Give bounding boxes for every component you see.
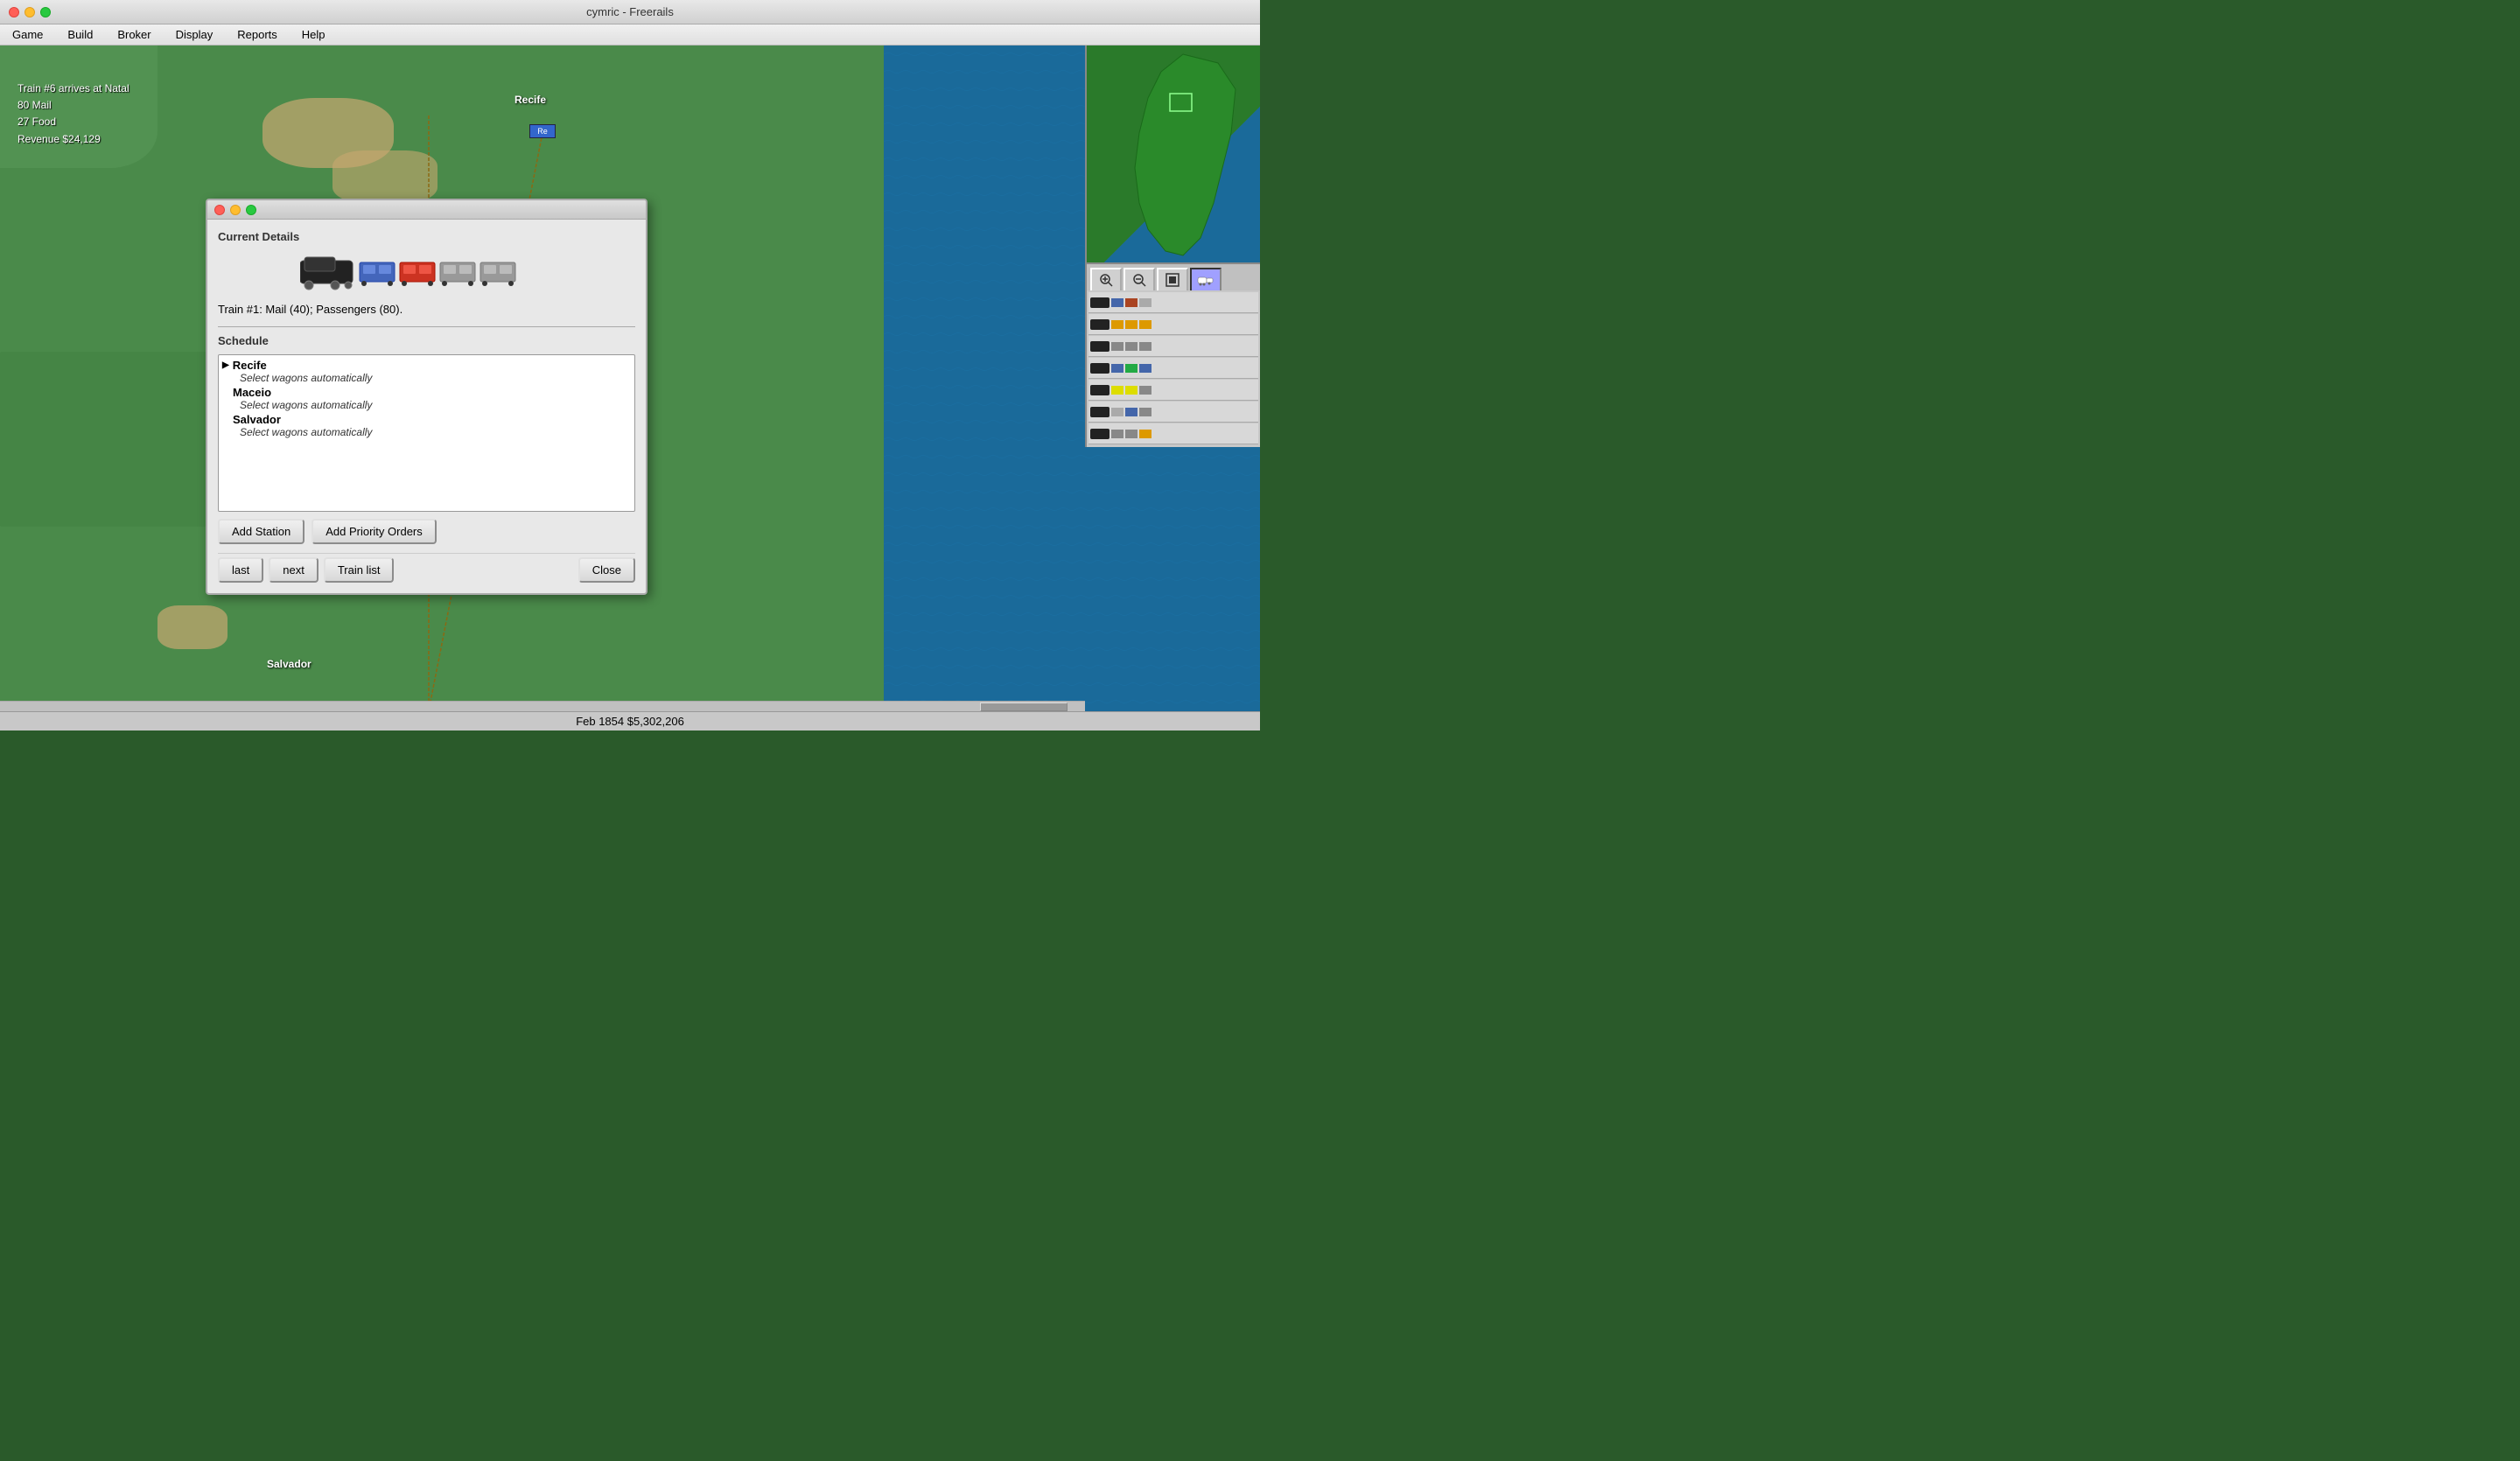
- schedule-entry-recife[interactable]: ▶ Recife Select wagons automatically: [222, 359, 631, 384]
- menu-game[interactable]: Game: [7, 26, 48, 43]
- menu-broker[interactable]: Broker: [112, 26, 156, 43]
- modal-max-traffic-light[interactable]: [246, 205, 256, 215]
- close-button[interactable]: Close: [578, 557, 635, 583]
- menu-reports[interactable]: Reports: [232, 26, 283, 43]
- schedule-list[interactable]: ▶ Recife Select wagons automatically Mac…: [218, 354, 635, 512]
- play-icon-recife: ▶: [222, 360, 229, 370]
- schedule-wagons-salvador: Select wagons automatically: [240, 426, 631, 438]
- train-image: [300, 250, 554, 294]
- menu-display[interactable]: Display: [171, 26, 219, 43]
- nav-button-row: last next Train list Close: [218, 553, 635, 583]
- current-details-label: Current Details: [218, 230, 635, 243]
- minimize-button[interactable]: [24, 7, 35, 17]
- menu-build[interactable]: Build: [62, 26, 98, 43]
- game-area: Train #6 arrives at Natal 80 Mail 27 Foo…: [0, 45, 1260, 730]
- modal-separator: [218, 326, 635, 327]
- schedule-station-salvador: Salvador: [222, 413, 631, 426]
- modal-close-traffic-light[interactable]: [214, 205, 225, 215]
- menu-bar: Game Build Broker Display Reports Help: [0, 24, 1260, 45]
- train-graphic: [218, 250, 635, 294]
- modal-overlay: Current Details: [0, 45, 1260, 730]
- schedule-label: Schedule: [218, 334, 635, 347]
- modal-titlebar[interactable]: [207, 200, 646, 220]
- schedule-entry-salvador[interactable]: Salvador Select wagons automatically: [222, 413, 631, 438]
- add-station-button[interactable]: Add Station: [218, 519, 304, 544]
- schedule-button-row: Add Station Add Priority Orders: [218, 519, 635, 544]
- modal-body: Current Details: [207, 220, 646, 593]
- title-bar: cymric - Freerails: [0, 0, 1260, 24]
- maximize-button[interactable]: [40, 7, 51, 17]
- traffic-lights: [9, 7, 51, 17]
- schedule-station-maceio: Maceio: [222, 386, 631, 399]
- modal-dialog: Current Details: [206, 199, 648, 595]
- train-info: Train #1: Mail (40); Passengers (80).: [218, 303, 635, 316]
- nav-buttons-left: last next Train list: [218, 557, 394, 583]
- train-list-button[interactable]: Train list: [324, 557, 395, 583]
- schedule-wagons-recife: Select wagons automatically: [240, 372, 631, 384]
- menu-help[interactable]: Help: [297, 26, 331, 43]
- add-priority-orders-button[interactable]: Add Priority Orders: [312, 519, 437, 544]
- window-title: cymric - Freerails: [586, 5, 674, 18]
- modal-min-traffic-light[interactable]: [230, 205, 241, 215]
- close-button[interactable]: [9, 7, 19, 17]
- last-button[interactable]: last: [218, 557, 263, 583]
- schedule-entry-maceio[interactable]: Maceio Select wagons automatically: [222, 386, 631, 411]
- next-button[interactable]: next: [269, 557, 318, 583]
- schedule-section: Schedule ▶ Recife Select wagons automati…: [218, 334, 635, 544]
- schedule-wagons-maceio: Select wagons automatically: [240, 399, 631, 411]
- schedule-station-recife: ▶ Recife: [222, 359, 631, 372]
